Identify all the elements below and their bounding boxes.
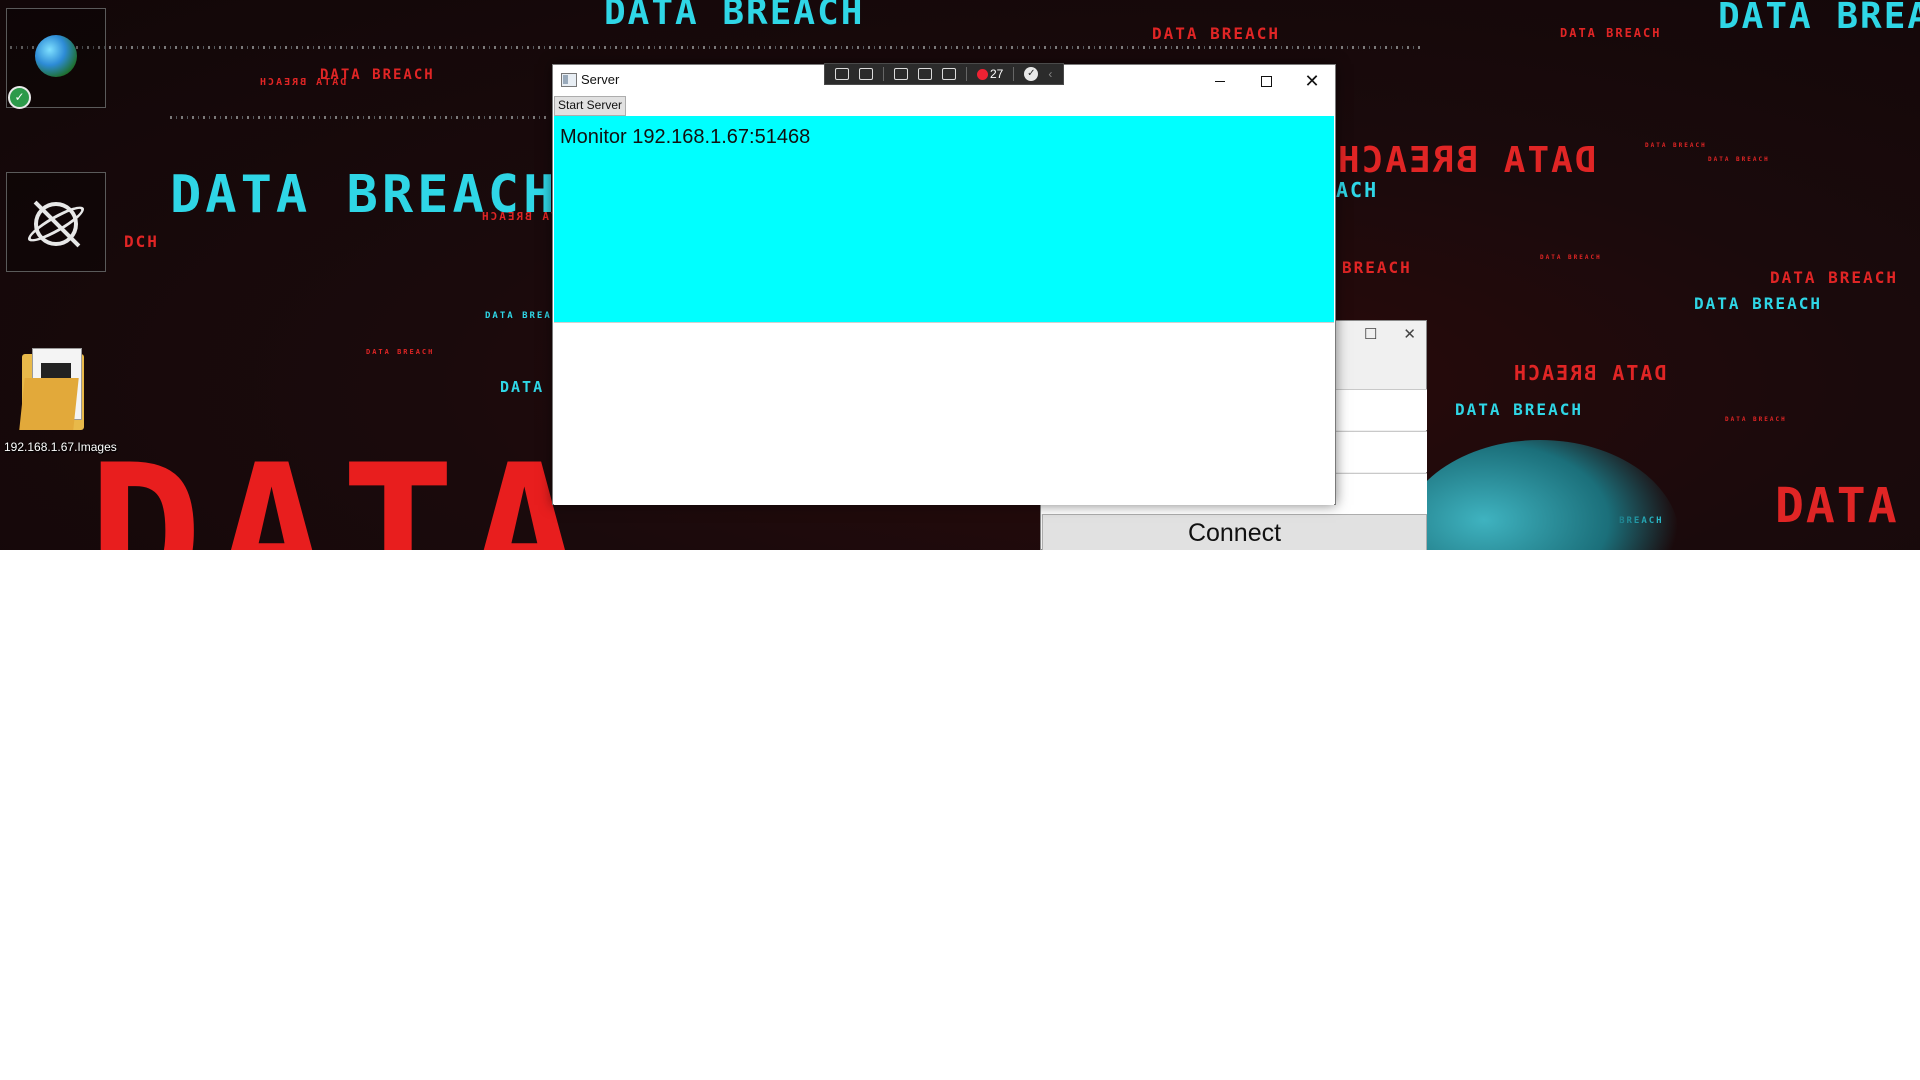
- toolbar-separator: [966, 67, 967, 81]
- noise-strip: [10, 46, 1420, 49]
- wallpaper-text: DATA BREACH: [604, 0, 865, 33]
- app-icon: [561, 73, 577, 87]
- region-select-icon[interactable]: [942, 68, 956, 80]
- pointer-icon[interactable]: [894, 68, 908, 80]
- wallpaper-text: ACH: [1336, 178, 1379, 202]
- wallpaper-big-text: DATA: [88, 424, 594, 551]
- connect-button[interactable]: Connect: [1042, 514, 1427, 550]
- wallpaper-text: DATA: [1775, 478, 1899, 534]
- minimize-button[interactable]: [1197, 65, 1243, 97]
- globe-icon[interactable]: [35, 35, 77, 77]
- wallpaper-text: DATA BREACH: [1540, 254, 1602, 261]
- close-icon: ✕: [1304, 71, 1320, 91]
- maximize-icon[interactable]: ☐: [1364, 325, 1377, 343]
- wallpaper-text: DATA BREACH: [1152, 24, 1280, 43]
- collapse-arrow-icon[interactable]: ‹: [1048, 67, 1052, 81]
- maximize-icon: [1260, 75, 1272, 87]
- connect-window-controls: ☐ ✕: [1364, 325, 1416, 343]
- maximize-button[interactable]: [1243, 65, 1289, 97]
- folder-icon[interactable]: [19, 348, 88, 430]
- minimize-icon: [1215, 80, 1225, 82]
- wallpaper-text: DATA BREACH: [1708, 156, 1770, 163]
- fullscreen-icon[interactable]: [918, 68, 932, 80]
- check-icon[interactable]: ✓: [1024, 67, 1039, 81]
- monitor-panel[interactable]: Monitor 192.168.1.67:51468: [554, 116, 1334, 322]
- wallpaper-blob: [1400, 440, 1680, 550]
- start-server-button[interactable]: Start Server: [554, 96, 627, 116]
- wallpaper-text: BREACH: [1342, 258, 1412, 277]
- wallpaper-text: DATA BREACH: [1770, 268, 1898, 287]
- broadcast-count[interactable]: 27: [977, 67, 1003, 81]
- wallpaper-text: DATA BREACH: [1694, 294, 1822, 313]
- wallpaper-text: DCH: [124, 232, 159, 251]
- wallpaper-text: DATA BREACH: [1645, 142, 1707, 149]
- wallpaper-text: DATA BREACH: [366, 348, 435, 356]
- noise-strip: [170, 116, 550, 119]
- broadcast-count-label: 27: [990, 67, 1004, 81]
- client-area[interactable]: [554, 322, 1334, 505]
- server-window[interactable]: Server ✕ Start Server Monitor 192.168.1.…: [552, 64, 1336, 505]
- record-icon[interactable]: [835, 68, 849, 80]
- wallpaper-text: DATA BREACH: [1725, 416, 1787, 423]
- wallpaper-text: DATA BREACH: [1512, 361, 1667, 385]
- wallpaper-text: DATA BREACH: [1336, 140, 1597, 181]
- monitor-label: Monitor 192.168.1.67:51468: [560, 126, 811, 148]
- capture-toolbar[interactable]: 27 ✓ ‹: [824, 63, 1064, 85]
- folder-label[interactable]: 192.168.1.67.Images: [4, 440, 117, 454]
- toolbar-separator: [883, 67, 884, 81]
- close-button[interactable]: ✕: [1289, 65, 1335, 97]
- wallpaper-text: DATA BREACH: [1455, 400, 1583, 419]
- close-icon[interactable]: ✕: [1403, 325, 1416, 343]
- window-title: Server: [581, 72, 620, 87]
- desktop: DATA BREACH DATA BREACH DATA BREACH DATA…: [0, 0, 1920, 550]
- check-badge-icon: ✓: [8, 86, 31, 109]
- toolbar-separator: [1013, 67, 1015, 81]
- wallpaper-text: DATA BREACH: [258, 77, 347, 88]
- video-camera-icon[interactable]: [859, 68, 873, 80]
- wallpaper-text: DATA BREACH: [1718, 0, 1920, 37]
- wallpaper-text: DATA BREACH: [1560, 26, 1662, 40]
- broadcast-icon: [977, 68, 988, 80]
